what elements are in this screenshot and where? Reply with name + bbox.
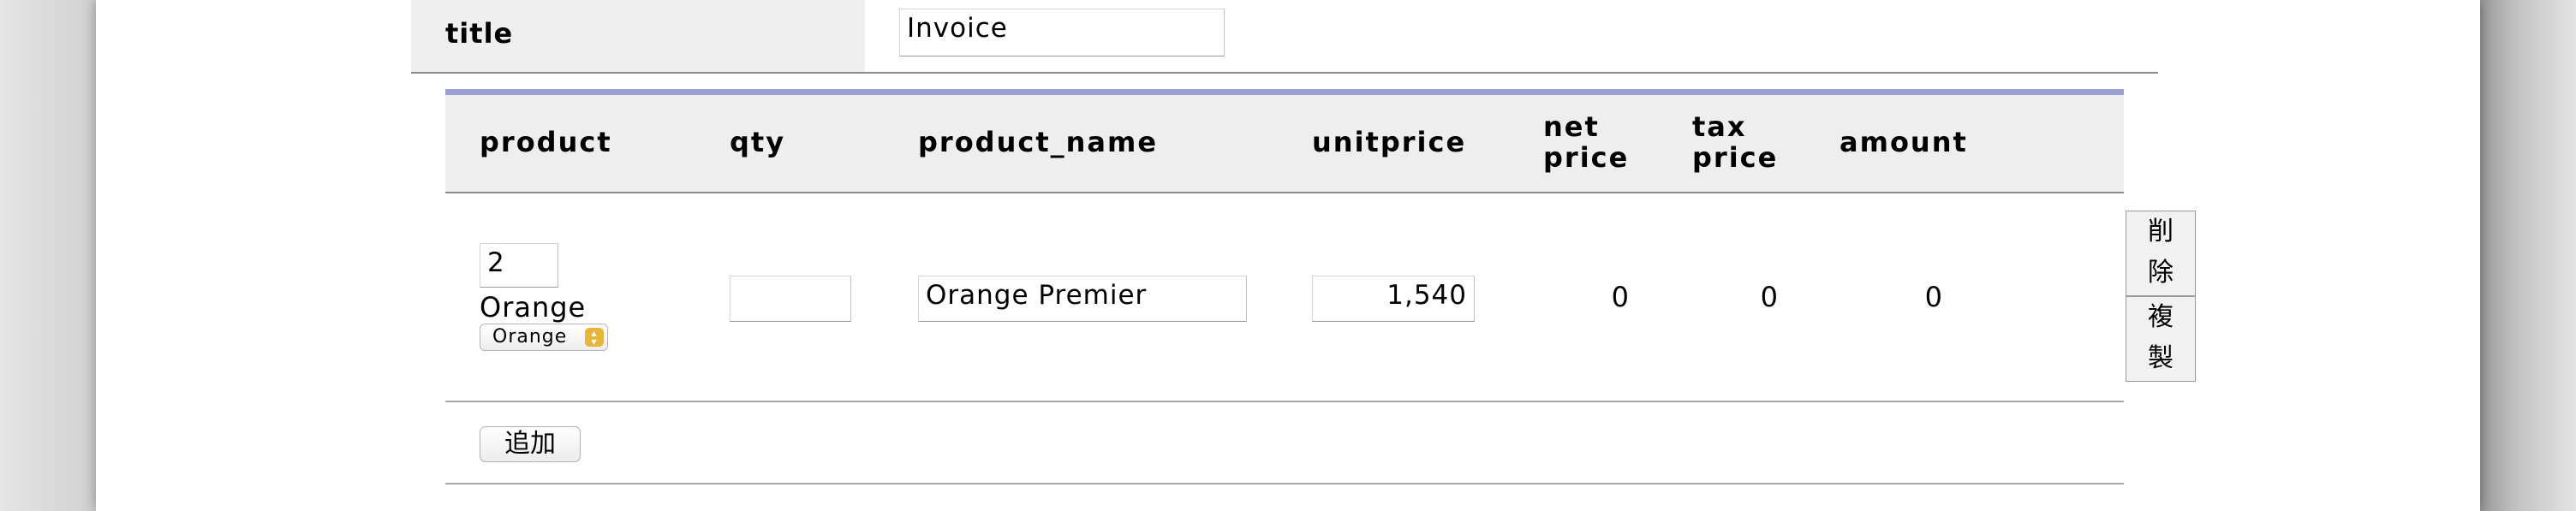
product-id-input[interactable]: 2	[480, 243, 558, 288]
header-unitprice: unitprice	[1312, 126, 1467, 158]
header-net-price: net price	[1543, 110, 1630, 174]
header-product: product	[480, 126, 612, 158]
product-select-value: Orange	[492, 326, 568, 348]
title-field-row: title Invoice	[411, 0, 2158, 74]
header-amount: amount	[1840, 126, 1968, 158]
delete-button[interactable]: 削 除	[2126, 211, 2196, 296]
table-footer: 追加	[445, 402, 2124, 484]
title-label-cell: title	[411, 0, 865, 72]
qty-input[interactable]	[730, 276, 851, 322]
unitprice-input[interactable]: 1,540	[1312, 276, 1475, 322]
header-tax-price: tax price	[1692, 110, 1779, 174]
header-qty: qty	[730, 126, 786, 158]
duplicate-button[interactable]: 複 製	[2126, 296, 2196, 382]
line-items-table: product qty product_name unitprice net p…	[445, 89, 2196, 484]
product-name-input[interactable]: Orange Premier	[918, 276, 1247, 322]
tax-price-value: 0	[1760, 281, 1778, 313]
title-input[interactable]: Invoice	[899, 9, 1225, 56]
add-row-button[interactable]: 追加	[480, 426, 581, 462]
product-label: Orange	[480, 291, 587, 324]
amount-value: 0	[1924, 281, 1942, 313]
product-select[interactable]: Orange ▴ ▾	[480, 324, 608, 351]
table-header: product qty product_name unitprice net p…	[445, 89, 2124, 193]
net-price-value: 0	[1611, 281, 1629, 313]
header-product-name: product_name	[918, 126, 1159, 158]
form-page: title Invoice product qty product_name u…	[96, 0, 2480, 511]
window-background-left	[0, 0, 96, 511]
title-label: title	[445, 17, 514, 50]
window-background-right	[2480, 0, 2576, 511]
table-row: 2 Orange Orange ▴ ▾ Orange Premier 1,540 …	[445, 193, 2196, 402]
up-down-chevron-icon: ▴ ▾	[585, 328, 604, 347]
